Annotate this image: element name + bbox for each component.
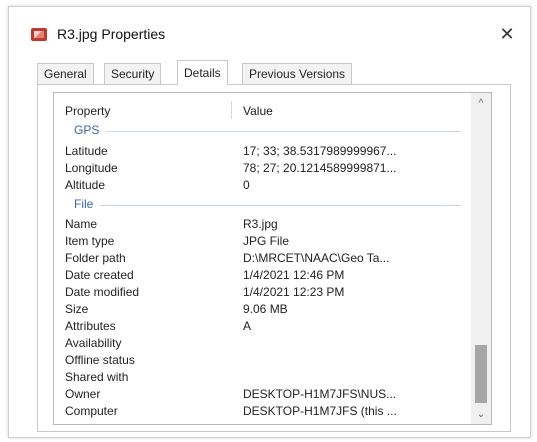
property-row[interactable]: Offline status (54, 352, 469, 369)
property-row[interactable]: Attributes A (54, 318, 469, 335)
jpg-file-icon (31, 28, 47, 41)
property-name: Latitude (65, 144, 108, 158)
property-name: Date modified (65, 285, 140, 299)
group-divider (100, 205, 461, 206)
property-row[interactable]: Latitude 17; 33; 38.5317989999967... (54, 143, 469, 160)
property-row[interactable]: Owner DESKTOP-H1M7JFS\NUS... (54, 386, 469, 403)
property-value: R3.jpg (243, 217, 278, 231)
property-value: DESKTOP-H1M7JFS (this ... (243, 404, 397, 418)
property-row[interactable]: Name R3.jpg (54, 216, 469, 233)
property-value: JPG File (243, 234, 290, 248)
properties-dialog: R3.jpg Properties ✕ General Security Det… (8, 6, 531, 438)
property-name: Offline status (65, 353, 135, 367)
tab-security[interactable]: Security (104, 63, 162, 84)
column-divider[interactable] (231, 101, 232, 119)
property-row[interactable]: Folder path D:\MRCET\NAAC\Geo Ta... (54, 250, 469, 267)
scroll-up-arrow-icon[interactable]: ^ (471, 95, 491, 113)
property-row[interactable]: Size 9.06 MB (54, 301, 469, 318)
property-value: DESKTOP-H1M7JFS\NUS... (243, 387, 397, 401)
column-header: Property Value (54, 93, 469, 119)
scroll-down-arrow-icon[interactable]: ⌄ (471, 406, 491, 424)
group-header-file: File (54, 197, 469, 213)
close-button[interactable]: ✕ (496, 23, 518, 45)
property-name: Shared with (65, 370, 129, 384)
property-name: Name (65, 217, 98, 231)
tab-previous-versions[interactable]: Previous Versions (242, 63, 353, 84)
property-value: D:\MRCET\NAAC\Geo Ta... (243, 251, 390, 265)
group-label: GPS (74, 123, 100, 137)
property-value: 17; 33; 38.5317989999967... (243, 144, 397, 158)
property-name: Computer (65, 404, 118, 418)
property-value: 9.06 MB (243, 302, 288, 316)
property-name: Owner (65, 387, 101, 401)
value-column-header[interactable]: Value (243, 104, 273, 118)
property-value: A (243, 319, 252, 333)
details-list[interactable]: Property Value GPS Latitude 17; 33; 38.5… (53, 92, 492, 425)
property-row[interactable]: Shared with (54, 369, 469, 386)
tab-general[interactable]: General (37, 63, 94, 84)
group-divider (106, 131, 461, 132)
window-title: R3.jpg Properties (57, 26, 166, 42)
property-row[interactable]: Date created 1/4/2021 12:46 PM (54, 267, 469, 284)
property-name: Size (65, 302, 89, 316)
property-value: 1/4/2021 12:46 PM (243, 268, 345, 282)
property-name: Availability (65, 336, 122, 350)
property-row[interactable]: Date modified 1/4/2021 12:23 PM (54, 284, 469, 301)
property-name: Folder path (65, 251, 126, 265)
property-name: Item type (65, 234, 115, 248)
property-name: Longitude (65, 161, 118, 175)
property-name: Date created (65, 268, 134, 282)
property-row[interactable]: Availability (54, 335, 469, 352)
property-name: Altitude (65, 178, 106, 192)
group-label: File (74, 197, 94, 211)
property-value: 1/4/2021 12:23 PM (243, 285, 345, 299)
property-value: 78; 27; 20.1214589999871... (243, 161, 397, 175)
property-name: Attributes (65, 319, 116, 333)
property-row[interactable]: Altitude 0 (54, 177, 469, 194)
property-row[interactable]: Item type JPG File (54, 233, 469, 250)
property-column-header[interactable]: Property (65, 104, 110, 118)
property-value: 0 (243, 178, 250, 192)
title-bar: R3.jpg Properties ✕ (9, 7, 530, 63)
property-row[interactable]: Computer DESKTOP-H1M7JFS (this ... (54, 403, 469, 420)
property-row[interactable]: Longitude 78; 27; 20.1214589999871... (54, 160, 469, 177)
tab-details[interactable]: Details (177, 60, 228, 85)
group-header-gps: GPS (54, 123, 469, 139)
vertical-scrollbar[interactable]: ^ ⌄ (471, 93, 491, 424)
scroll-thumb[interactable] (475, 345, 487, 403)
details-panel: Property Value GPS Latitude 17; 33; 38.5… (37, 84, 511, 432)
